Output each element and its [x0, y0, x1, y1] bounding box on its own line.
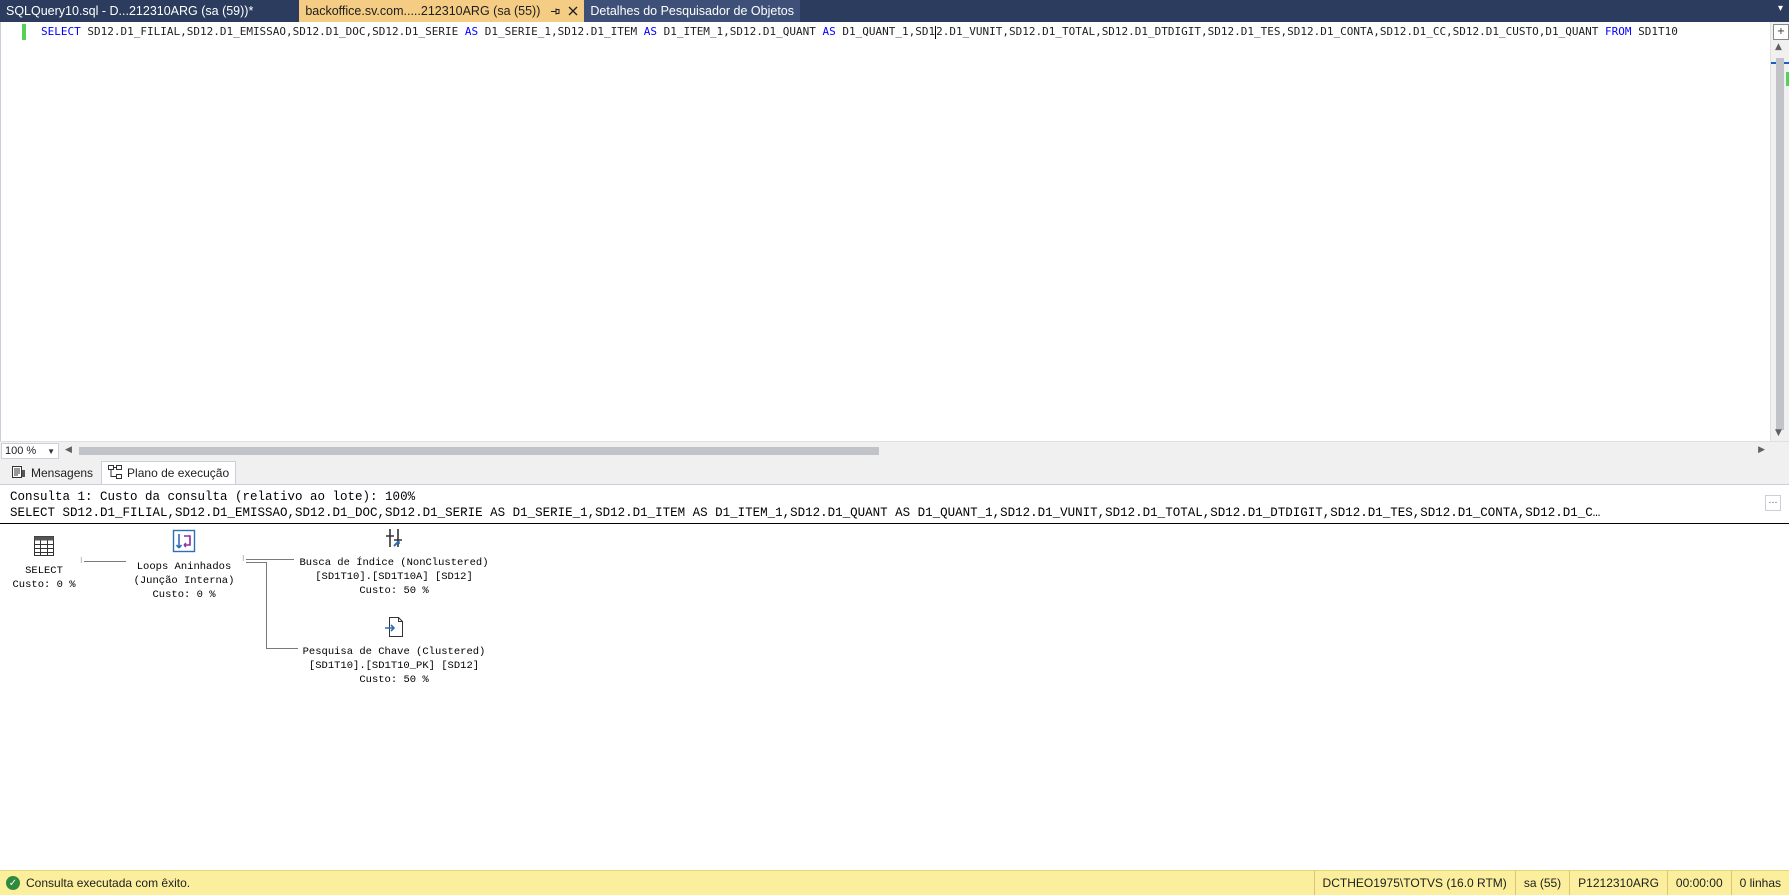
scroll-thumb[interactable]: [79, 447, 879, 455]
tab-label: Plano de execução: [127, 466, 230, 480]
node-subtitle: (Junção Interna): [133, 575, 235, 587]
execution-plan-pane[interactable]: Consulta 1: Custo da consulta (relativo …: [0, 485, 1789, 869]
plan-node-index-seek[interactable]: Busca de Índice (NonClustered) [SD1T10].…: [294, 527, 494, 598]
keyword-from: FROM: [1605, 25, 1632, 38]
plan-edge-loops-seek: [246, 559, 294, 560]
query-editor[interactable]: SELECT SD12.D1_FILIAL,SD12.D1_EMISSAO,SD…: [0, 22, 1771, 442]
messages-icon: [12, 465, 26, 481]
code-segment: D1_SERIE_1,SD12.D1_ITEM: [478, 25, 644, 38]
zoom-value: 100 %: [5, 445, 37, 457]
scroll-thumb[interactable]: [1776, 58, 1784, 430]
status-database: P1212310ARG: [1569, 871, 1667, 895]
tab-label: SQLQuery10.sql - D...212310ARG (sa (59))…: [6, 4, 254, 18]
scroll-right-icon[interactable]: ▶: [1758, 445, 1765, 455]
index-seek-icon: [294, 527, 494, 554]
node-cost: Custo: 0 %: [152, 589, 216, 601]
execution-plan-icon: [108, 464, 123, 482]
edge-arrow-dots: ⁝: [80, 556, 83, 565]
code-segment: 2.D1_VUNIT,SD12.D1_TOTAL,SD12.D1_DTDIGIT…: [936, 25, 1606, 38]
node-label: Pesquisa de Chave (Clustered): [302, 646, 486, 658]
node-object: [SD1T10].[SD1T10A] [SD12]: [315, 571, 473, 583]
document-tab-strip: SQLQuery10.sql - D...212310ARG (sa (59))…: [0, 0, 1789, 22]
keyword-as: AS: [464, 25, 479, 38]
plan-edge-select-loops: [84, 561, 126, 562]
close-icon[interactable]: [566, 4, 580, 18]
tab-label: backoffice.sv.com.....212310ARG (sa (55)…: [305, 4, 541, 18]
plan-header-divider: [0, 523, 1789, 524]
tab-backoffice-query[interactable]: backoffice.sv.com.....212310ARG (sa (55)…: [299, 0, 585, 22]
keyword-as: AS: [643, 25, 657, 38]
results-tab-strip: Mensagens Plano de execução: [0, 460, 1789, 485]
status-bar: ✓ Consulta executada com êxito. DCTHEO19…: [0, 870, 1789, 895]
scroll-up-icon[interactable]: ▲: [1775, 42, 1782, 52]
split-editor-icon[interactable]: +: [1773, 24, 1789, 40]
status-message: Consulta executada com êxito.: [26, 876, 191, 890]
status-row-count: 0 linhas: [1730, 871, 1789, 895]
edge-arrow-dots: ⁝: [242, 554, 245, 563]
select-icon: [8, 535, 80, 562]
keyword-as: AS: [822, 25, 836, 38]
pin-icon[interactable]: [548, 4, 562, 18]
node-label: SELECT: [25, 565, 63, 577]
editor-vertical-scrollbar[interactable]: + ▲ ▼: [1770, 22, 1789, 442]
node-cost: Custo: 0 %: [12, 579, 76, 591]
sql-code-line[interactable]: SELECT SD12.D1_FILIAL,SD12.D1_EMISSAO,SD…: [41, 24, 1771, 40]
tab-messages[interactable]: Mensagens: [6, 462, 99, 484]
more-options-icon[interactable]: …: [1765, 495, 1781, 511]
code-segment: SD1T10: [1631, 25, 1678, 38]
query-cost-line: Consulta 1: Custo da consulta (relativo …: [10, 490, 416, 504]
plan-node-key-lookup[interactable]: Pesquisa de Chave (Clustered) [SD1T10].[…: [298, 616, 490, 687]
node-cost: Custo: 50 %: [359, 585, 429, 597]
tab-execution-plan[interactable]: Plano de execução: [101, 461, 237, 484]
keyword-select: SELECT: [41, 25, 81, 38]
tab-list-dropdown-icon[interactable]: ▾: [1778, 3, 1783, 14]
status-server: DCTHEO1975\TOTVS (16.0 RTM): [1313, 871, 1515, 895]
scroll-left-icon[interactable]: ◀: [65, 445, 72, 455]
tab-object-explorer-details[interactable]: Detalhes do Pesquisador de Objetos: [584, 0, 800, 22]
plan-node-select[interactable]: SELECT Custo: 0 %: [8, 535, 80, 592]
tab-label: Detalhes do Pesquisador de Objetos: [590, 4, 794, 18]
tab-label: Mensagens: [31, 466, 94, 480]
scroll-down-icon[interactable]: ▼: [1775, 428, 1782, 438]
code-segment: D1_QUANT_1,SD1: [835, 25, 936, 38]
chevron-down-icon: ▼: [47, 446, 55, 456]
node-label: Busca de Índice (NonClustered): [299, 557, 489, 569]
query-text-line: SELECT SD12.D1_FILIAL,SD12.D1_EMISSAO,SD…: [10, 506, 1601, 520]
plan-edge-loops-lookup-start: [246, 562, 266, 563]
tab-sqlquery10[interactable]: SQLQuery10.sql - D...212310ARG (sa (59))…: [0, 0, 260, 22]
node-cost: Custo: 50 %: [359, 674, 429, 686]
code-segment: D1_ITEM_1,SD12.D1_QUANT: [656, 25, 823, 38]
status-user: sa (55): [1514, 871, 1569, 895]
key-lookup-icon: [298, 616, 490, 643]
nested-loops-icon: [126, 529, 242, 558]
success-check-icon: ✓: [6, 876, 20, 890]
editor-zoom-row: 100 % ▼ ◀ ▶: [0, 441, 1789, 460]
plan-query-header: Consulta 1: Custo da consulta (relativo …: [10, 489, 1749, 521]
plan-edge-loops-lookup-vertical: [266, 562, 267, 648]
zoom-select[interactable]: 100 % ▼: [1, 443, 59, 459]
plan-node-nested-loops[interactable]: Loops Aninhados (Junção Interna) Custo: …: [126, 529, 242, 602]
editor-horizontal-scrollbar[interactable]: ◀ ▶: [59, 442, 1789, 460]
status-elapsed-time: 00:00:00: [1666, 871, 1731, 895]
plan-edge-loops-lookup-end: [266, 648, 298, 649]
change-tracking-bar: [22, 24, 26, 40]
node-object: [SD1T10].[SD1T10_PK] [SD12]: [308, 660, 480, 672]
code-segment: SD12.D1_FILIAL,SD12.D1_EMISSAO,SD12.D1_D…: [87, 25, 465, 38]
node-label: Loops Aninhados: [136, 561, 232, 573]
